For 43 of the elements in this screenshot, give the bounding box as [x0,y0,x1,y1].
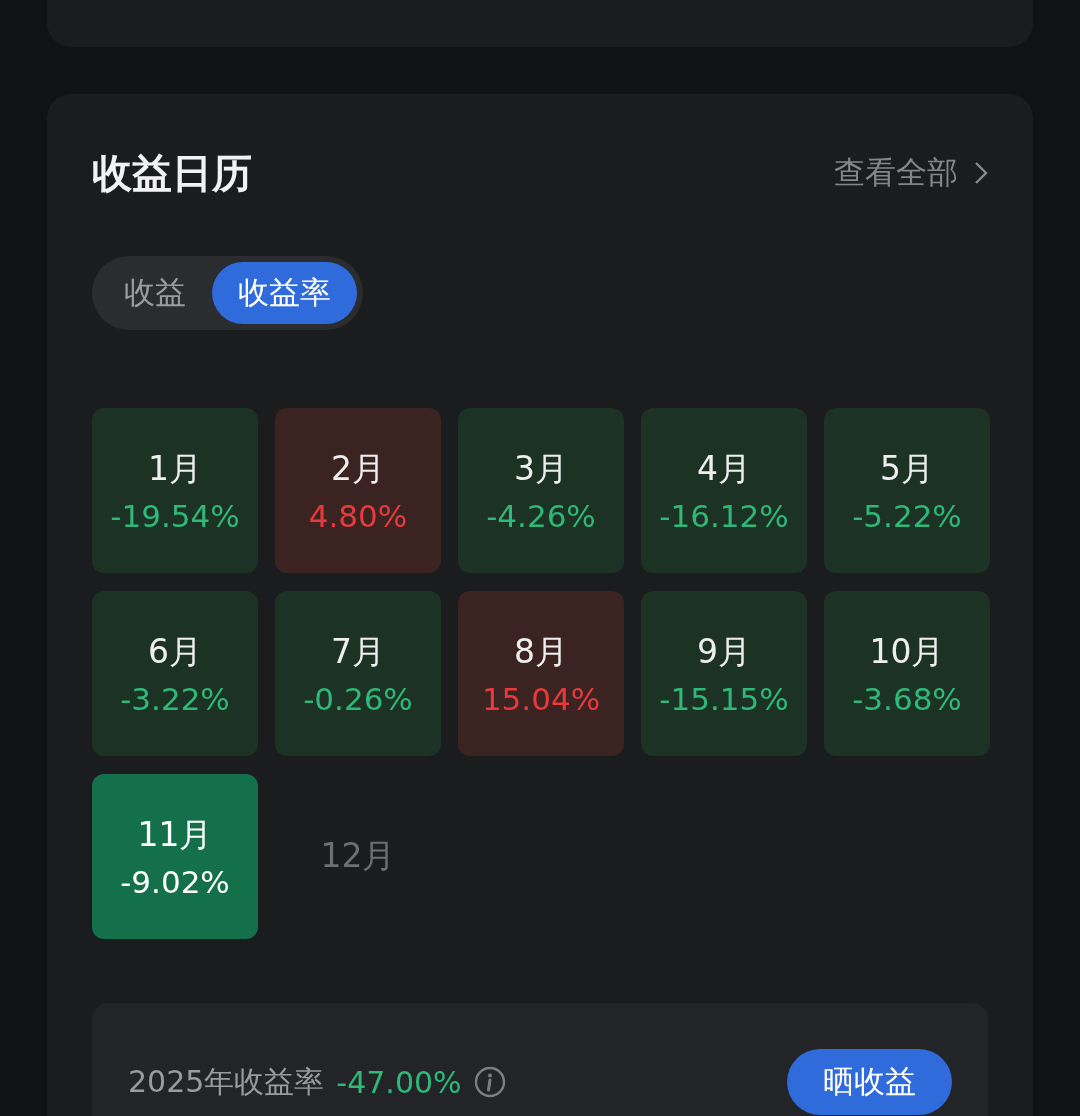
month-label: 9月 [697,631,751,673]
month-return: -5.22% [852,498,962,534]
month-return: -19.54% [110,498,240,534]
info-icon[interactable] [473,1066,506,1098]
month-tile[interactable]: 9月 -15.15% [641,591,807,756]
month-label: 3月 [514,448,568,490]
month-label: 8月 [514,631,568,673]
month-label: 4月 [697,448,751,490]
month-return: -0.26% [303,681,413,717]
month-label: 1月 [148,448,202,490]
month-label: 6月 [148,631,202,673]
month-label: 12月 [320,835,396,877]
month-return: -4.26% [486,498,596,534]
month-return: 4.80% [308,498,408,534]
share-button[interactable]: 晒收益 [787,1049,952,1115]
month-label: 10月 [869,631,945,673]
month-return: -15.15% [659,681,789,717]
month-return: 15.04% [481,681,601,717]
month-return: -3.68% [852,681,962,717]
month-tile[interactable]: 2月 4.80% [275,408,441,573]
month-label: 5月 [880,448,934,490]
month-tile[interactable]: 10月 -3.68% [824,591,990,756]
month-tile[interactable]: 6月 -3.22% [92,591,258,756]
month-tile[interactable]: 4月 -16.12% [641,408,807,573]
summary-label: 2025年收益率 [128,1062,325,1101]
month-label: 11月 [137,814,213,856]
card-title: 收益日历 [92,148,252,198]
month-return: -16.12% [659,498,789,534]
month-tile[interactable]: 3月 -4.26% [458,408,624,573]
month-tile[interactable]: 11月 -9.02% [92,774,258,939]
month-tile[interactable]: 8月 15.04% [458,591,624,756]
month-return: -3.22% [120,681,230,717]
summary-return: -47.00% [336,1064,462,1100]
month-tile[interactable]: 7月 -0.26% [275,591,441,756]
month-tile[interactable]: 1月 -19.54% [92,408,258,573]
month-return: -9.02% [120,864,230,900]
segment-tab[interactable]: 收益率 [212,262,357,324]
month-tile[interactable]: 5月 -5.22% [824,408,990,573]
chevron-right-icon [974,161,988,185]
segment-tab[interactable]: 收益 [98,262,212,324]
month-label: 7月 [331,631,385,673]
view-all-link[interactable]: 查看全部 [834,152,988,194]
month-label: 2月 [331,448,385,490]
